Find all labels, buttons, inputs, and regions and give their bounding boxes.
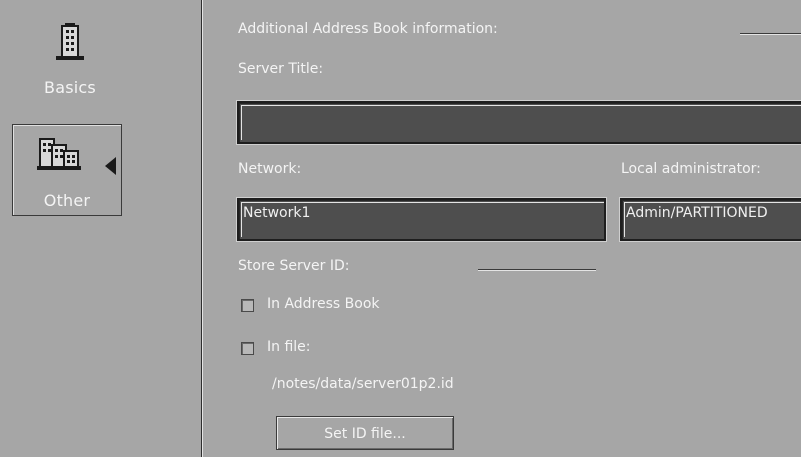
- store-server-id-separator: [478, 269, 596, 270]
- in-address-book-label: In Address Book: [267, 296, 380, 312]
- sidebar-item-other[interactable]: Other: [12, 124, 122, 216]
- id-file-path: /notes/data/server01p2.id: [272, 376, 454, 392]
- local-admin-label: Local administrator:: [621, 161, 761, 177]
- sidebar: Basics Other: [0, 0, 200, 457]
- network-label: Network:: [238, 161, 302, 177]
- server-title-value: [241, 108, 243, 124]
- section-separator: [740, 33, 801, 34]
- field-bevel: [241, 105, 801, 140]
- building-icon: [53, 22, 87, 66]
- section-title: Additional Address Book information:: [238, 21, 498, 37]
- in-file-checkbox[interactable]: [241, 342, 254, 355]
- store-server-id-label: Store Server ID:: [238, 258, 350, 274]
- in-address-book-checkbox[interactable]: [241, 299, 254, 312]
- sidebar-item-label: Basics: [44, 78, 96, 97]
- buildings-icon: [36, 133, 86, 177]
- in-file-label: In file:: [267, 339, 311, 355]
- network-input[interactable]: Network1: [237, 198, 606, 241]
- network-value: Network1: [243, 205, 311, 221]
- sidebar-item-label: Other: [43, 191, 91, 210]
- set-id-file-button[interactable]: Set ID file...: [276, 416, 454, 450]
- local-admin-value: Admin/PARTITIONED: [626, 205, 768, 221]
- sidebar-item-basics[interactable]: Basics: [22, 22, 118, 106]
- divider-highlight: [202, 0, 203, 457]
- server-title-label: Server Title:: [238, 61, 324, 77]
- local-admin-input[interactable]: Admin/PARTITIONED: [620, 198, 801, 241]
- selected-arrow-icon: [105, 157, 116, 175]
- server-title-input[interactable]: [237, 101, 801, 144]
